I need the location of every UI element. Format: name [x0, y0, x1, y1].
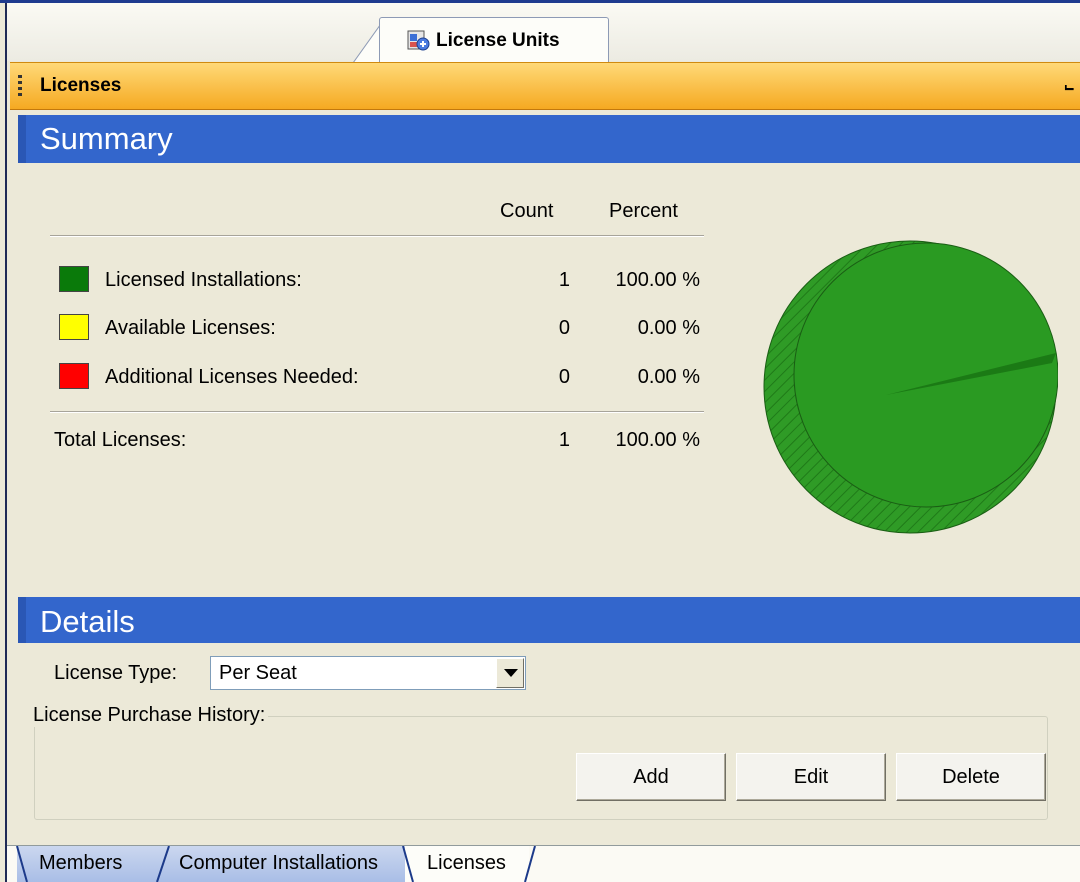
count-column-header: Count [500, 200, 554, 222]
tab-separators [16, 846, 536, 882]
chevron-down-icon [504, 669, 518, 677]
total-label: Total Licenses: [54, 429, 187, 451]
total-divider [50, 411, 704, 413]
license-pie-chart [763, 240, 1058, 534]
tab-license-units[interactable]: License Units [379, 17, 609, 63]
license-units-icon [407, 30, 430, 51]
license-type-label: License Type: [54, 662, 178, 684]
license-type-select[interactable]: Per Seat [210, 656, 526, 690]
row-label: Additional Licenses Needed: [105, 366, 359, 388]
pie-slice [793, 242, 1058, 508]
add-button[interactable]: Add [576, 753, 726, 801]
details-section-header: Details [18, 597, 1080, 643]
licensed-installations-swatch [59, 266, 89, 292]
header-divider [50, 235, 704, 237]
license-units-window: License Units Licenses ⨽ Summary Count P… [0, 0, 1080, 882]
row-count: 0 [558, 317, 570, 339]
percent-column-header: Percent [609, 200, 678, 222]
row-count: 0 [558, 366, 570, 388]
details-title: Details [40, 604, 135, 639]
row-percent: 0.00 % [637, 366, 700, 388]
tab-license-units-label: License Units [436, 30, 560, 51]
pane-content: Summary Count Percent Licensed Installat… [10, 111, 1080, 845]
row-percent: 0.00 % [637, 317, 700, 339]
purchase-history-label: License Purchase History: [30, 704, 269, 727]
license-type-value: Per Seat [219, 662, 297, 684]
summary-title: Summary [40, 121, 173, 156]
pin-icon[interactable]: ⨽ [1065, 75, 1074, 95]
pane-header: Licenses ⨽ [10, 62, 1080, 110]
document-tab-strip: License Units [7, 3, 1080, 63]
available-licenses-swatch [59, 314, 89, 340]
bottom-tab-strip: Members Computer Installations Licenses [7, 845, 1080, 882]
row-count: 1 [558, 269, 570, 291]
row-label: Available Licenses: [105, 317, 276, 339]
total-percent: 100.00 % [615, 429, 700, 451]
window-left-border [5, 3, 7, 882]
drag-grip-icon[interactable] [18, 75, 22, 99]
delete-button[interactable]: Delete [896, 753, 1046, 801]
total-count: 1 [558, 429, 570, 451]
additional-licenses-swatch [59, 363, 89, 389]
pane-title: Licenses [40, 75, 122, 96]
summary-section-header: Summary [18, 115, 1080, 163]
row-percent: 100.00 % [615, 269, 700, 291]
edit-button[interactable]: Edit [736, 753, 886, 801]
row-label: Licensed Installations: [105, 269, 302, 291]
dropdown-button[interactable] [496, 658, 524, 688]
